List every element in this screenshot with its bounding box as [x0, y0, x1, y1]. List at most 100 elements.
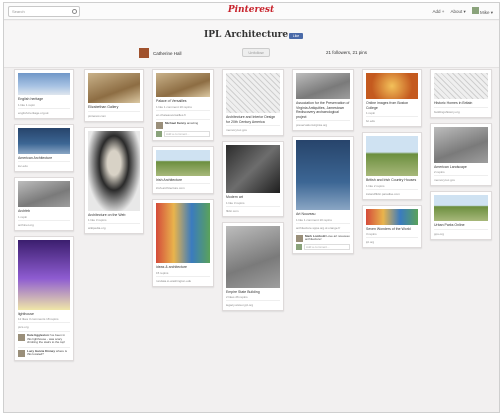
pin-description: Architecture on the Web	[88, 212, 126, 217]
search-icon[interactable]	[72, 9, 77, 14]
tower-icon[interactable]	[18, 127, 70, 154]
pin-stats: 1 like 3 repins	[88, 218, 107, 222]
search-input[interactable]: Search	[8, 6, 80, 17]
comment-author[interactable]: Lucy Garcia Kinney	[27, 349, 56, 353]
pin-source-link[interactable]: architecture.sppa.org.ol.orange.fr	[296, 222, 350, 230]
book-icon[interactable]	[296, 73, 350, 99]
add-menu[interactable]: Add +	[433, 9, 445, 14]
board-header: IPL Architecture Like Catherine Hall Unf…	[4, 21, 499, 68]
commenter-avatar[interactable]	[156, 121, 163, 129]
pin-card[interactable]: American Landscape 2 repins memory.loc.gov	[430, 122, 492, 186]
pinterest-logo[interactable]: Pinterest	[226, 5, 276, 15]
portrait-icon[interactable]	[88, 130, 140, 211]
pin-column: Association for the Preservation of Virg…	[292, 69, 354, 259]
pin-column: Architecture and Interior Design for 20t…	[222, 69, 284, 316]
pin-card[interactable]: Urban Parks Online pps.org	[430, 191, 492, 240]
door-icon[interactable]	[296, 140, 350, 210]
pin-card[interactable]: Seven Wonders of the World 3 repins ipl.or…	[362, 204, 422, 248]
pin-description: Modern art	[226, 195, 243, 199]
house-icon[interactable]	[366, 136, 418, 176]
landscape-icon[interactable]	[156, 149, 210, 176]
pin-card[interactable]: Association for the Preservation of Virg…	[292, 69, 354, 131]
pin-source-link[interactable]: irish-architecture.com	[156, 183, 210, 190]
pin-card[interactable]: Historic Homes in Britain buildingshistor…	[430, 69, 492, 118]
pin-card[interactable]: Palace of Versailles 1 like 1 comment 10 …	[152, 69, 214, 141]
pin-card[interactable]: Modern art 1 like 3 repins flickr.com	[222, 141, 284, 217]
arch-icon[interactable]	[18, 181, 70, 207]
pin-description: Archfeb	[18, 209, 31, 213]
pin-source-link[interactable]: memory.loc.gov	[434, 175, 488, 182]
add-comment-input[interactable]: Add a comment...	[304, 243, 350, 250]
historic-house-icon[interactable]	[434, 73, 488, 99]
landscape-photo-icon[interactable]	[434, 126, 488, 163]
pin-card[interactable]: Architecture and Interior Design for 20t…	[222, 69, 284, 136]
add-comment-input[interactable]: Add a comment...	[164, 130, 210, 137]
pin-source-link[interactable]: bc.edu	[366, 116, 418, 123]
comment-text: Michael Kenny amazing	[165, 120, 199, 125]
pin-card[interactable]: lighthouse 12 likes 3 comments 18 repins p…	[14, 235, 74, 361]
pin-source-link[interactable]: archinet.org	[18, 219, 70, 227]
user-menu[interactable]: Mike ▾	[471, 7, 493, 16]
pin-source-link[interactable]: rundata.io.washington.edu	[156, 275, 210, 283]
pin-comment: Kate Eggleston I've been in this lightho…	[18, 331, 70, 345]
pin-stats: 1 repin	[18, 214, 28, 219]
pin-description: Historic Homes in Britain	[434, 101, 473, 105]
sky-building-icon[interactable]	[18, 73, 70, 95]
skyline-icon[interactable]	[226, 225, 280, 288]
pin-source-link[interactable]: irelandflickr.paradise.com	[366, 188, 418, 196]
pin-stats: 3 repins	[366, 232, 377, 236]
comment-author[interactable]: Michael Kenny	[165, 121, 187, 125]
pin-card[interactable]: Irish Architecture irish-architecture.com	[152, 145, 214, 194]
pin-card[interactable]: Empire State Building 2 likes 26 repins le…	[222, 221, 284, 311]
commenter-avatar[interactable]	[18, 334, 25, 341]
pin-card[interactable]: Elizabethan Gallery pinterest.com	[84, 69, 144, 122]
board-owner[interactable]: Catherine Hall	[139, 48, 182, 58]
comment-author[interactable]: Mark Lombold	[305, 234, 326, 238]
like-button[interactable]: Like	[289, 33, 303, 39]
pin-card[interactable]: Architecture on the Web 1 like 3 repins wi…	[84, 126, 144, 234]
commenter-avatar[interactable]	[18, 349, 25, 357]
commenter-avatar[interactable]	[296, 234, 303, 242]
pin-source-link[interactable]: pics.org	[18, 322, 70, 329]
palace-icon[interactable]	[156, 73, 210, 97]
pin-source-link[interactable]: wikipedia.org	[88, 223, 140, 230]
database-art-icon[interactable]	[156, 203, 210, 263]
gallery-icon[interactable]	[88, 73, 140, 103]
pin-source-link[interactable]: pps.org	[434, 228, 488, 236]
pin-card[interactable]: Online images from Boston College 1 repin…	[362, 69, 422, 127]
comment-author[interactable]: Kate Eggleston	[27, 333, 50, 337]
modern-art-icon[interactable]	[226, 145, 280, 193]
pin-card[interactable]: English heritage 1 like 1 repin english-he…	[14, 69, 74, 119]
pin-source-link[interactable]: pinterest.com	[88, 110, 140, 118]
pin-source-link[interactable]: flickr.com	[226, 205, 280, 213]
park-icon[interactable]	[434, 195, 488, 221]
wonders-icon[interactable]	[366, 208, 418, 225]
pin-source-link[interactable]: memory.loc.gov	[226, 125, 280, 132]
pin-comment: Mark Lombold Love art nouveau architectu…	[296, 231, 350, 242]
pin-source-link[interactable]: preservationvirginia.org	[296, 120, 350, 127]
pin-stats: 1 like 2 repins	[366, 183, 385, 188]
pin-source-link[interactable]: loc.edu	[18, 161, 70, 168]
owner-name: Catherine Hall	[153, 50, 182, 56]
pin-source-link[interactable]: buildingshistory.org	[434, 106, 488, 114]
pin-source-link[interactable]: legacy.www.nypl.org	[226, 300, 280, 307]
pin-column: Historic Homes in Britain buildingshistor…	[430, 69, 492, 245]
pin-description: American Architecture	[18, 155, 53, 160]
pin-card[interactable]: Art Nouveau 1 like 1 comment 10 repins arc…	[292, 136, 354, 254]
pin-source-link[interactable]: en.chateauversailles.fr	[156, 109, 210, 117]
comment-text: Kate Eggleston I've been in this lightho…	[27, 333, 66, 345]
about-menu[interactable]: About ▾	[450, 9, 465, 15]
ornament-icon[interactable]	[366, 73, 418, 99]
pin-card[interactable]: ideas & architecture 15 repins rundata.io.…	[152, 199, 214, 287]
pin-source-link[interactable]: ipl.org	[366, 237, 418, 244]
search-placeholder: Search	[12, 9, 25, 14]
pin-card[interactable]: American Architecture loc.edu	[14, 123, 74, 172]
pin-source-link[interactable]: english-heritage.org.uk	[18, 107, 70, 115]
pin-description: Architecture and Interior Design for 20t…	[226, 115, 276, 124]
lighthouse-icon[interactable]	[18, 239, 70, 310]
pin-card[interactable]: British and Irish Country Houses 1 like 2…	[362, 132, 422, 200]
pin-description: English heritage	[18, 97, 44, 101]
sketch-icon[interactable]	[226, 73, 280, 113]
unfollow-button[interactable]: Unfollow	[242, 48, 270, 57]
pin-card[interactable]: Archfeb 1 repin archinet.org	[14, 177, 74, 231]
